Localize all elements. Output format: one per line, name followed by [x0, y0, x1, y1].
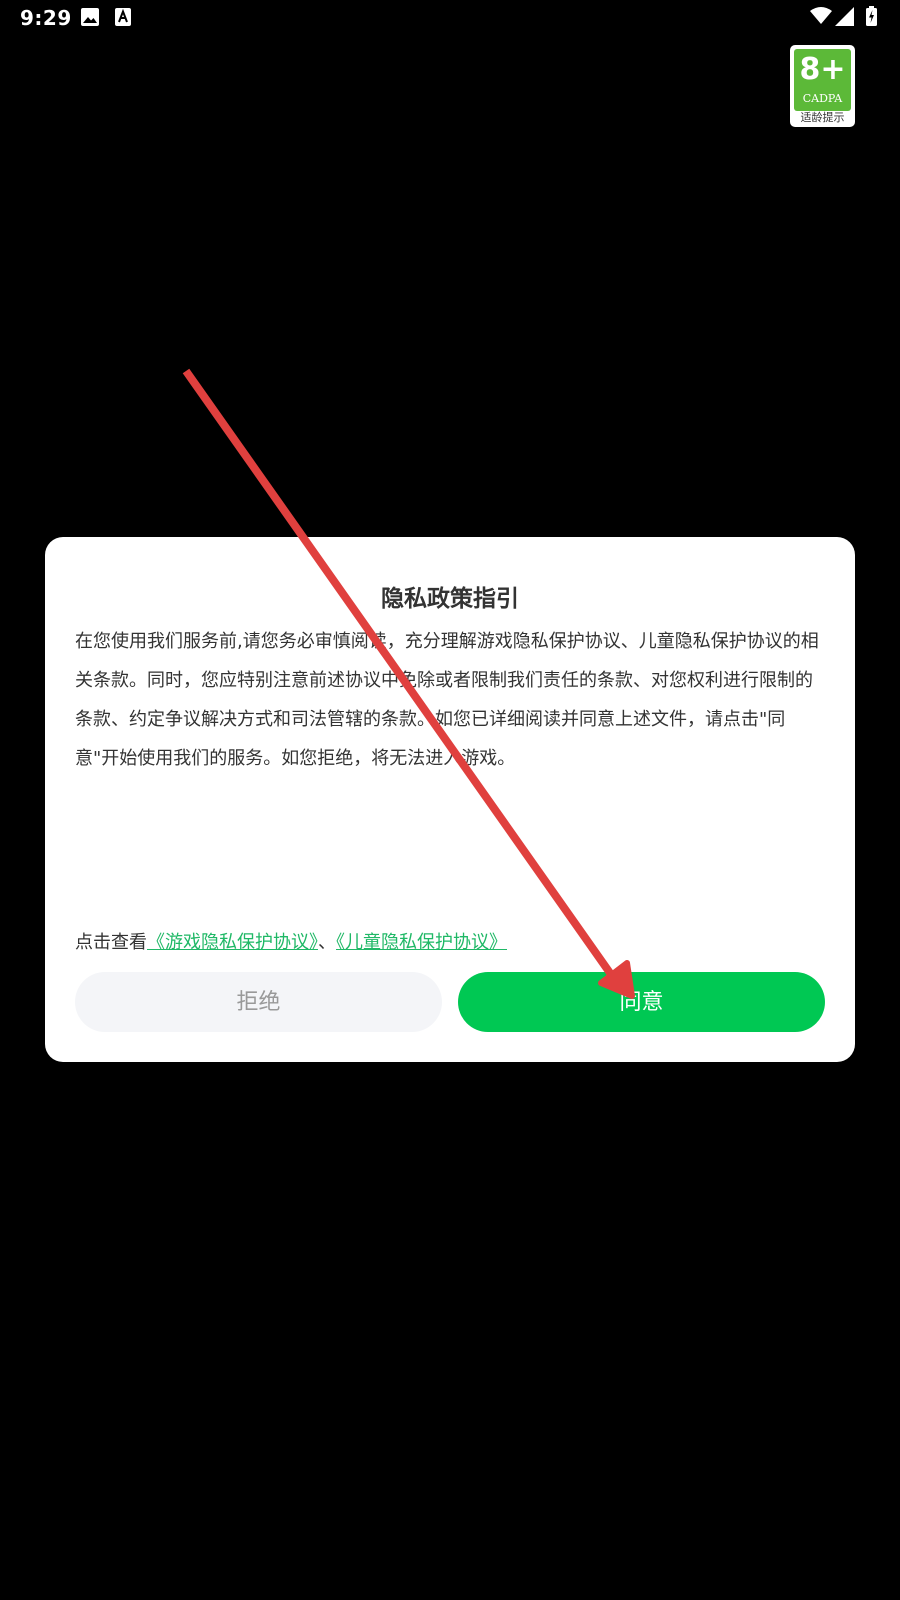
keyboard-icon: [115, 8, 131, 26]
child-privacy-link[interactable]: 《儿童隐私保护协议》: [336, 932, 507, 953]
signal-icon: [835, 7, 854, 26]
age-rating-badge[interactable]: 8+ CADPA 适龄提示: [790, 45, 855, 127]
age-rating-number: 8+: [799, 52, 846, 87]
battery-charging-icon: [866, 6, 877, 26]
privacy-dialog: 隐私政策指引 在您使用我们服务前,请您务必审慎阅读，充分理解游戏隐私保护协议、儿…: [45, 537, 855, 1062]
reject-button[interactable]: 拒绝: [75, 972, 442, 1032]
agree-button[interactable]: 同意: [458, 972, 825, 1032]
wifi-icon: [810, 7, 832, 25]
agreement-links: 点击查看《游戏隐私保护协议》、《儿童隐私保护协议》: [75, 930, 825, 956]
screen: 9:29 8+ CADPA 适龄提示 隐私政策指引 在您使用我们服务前,请您务必…: [0, 0, 900, 1600]
dialog-body-text: 在您使用我们服务前,请您务必审慎阅读，充分理解游戏隐私保护协议、儿童隐私保护协议…: [75, 631, 819, 769]
age-rating-panel: 8+ CADPA: [794, 49, 851, 111]
status-time: 9:29: [20, 6, 72, 30]
links-prefix: 点击查看: [75, 932, 147, 953]
image-icon: [81, 8, 99, 26]
game-privacy-link[interactable]: 《游戏隐私保护协议》: [147, 932, 318, 953]
age-rating-caption: 适龄提示: [800, 111, 845, 124]
dialog-title: 隐私政策指引: [381, 586, 519, 612]
status-bar: 9:29: [0, 0, 900, 36]
age-rating-org: CADPA: [802, 92, 843, 105]
links-separator: 、: [318, 932, 336, 953]
